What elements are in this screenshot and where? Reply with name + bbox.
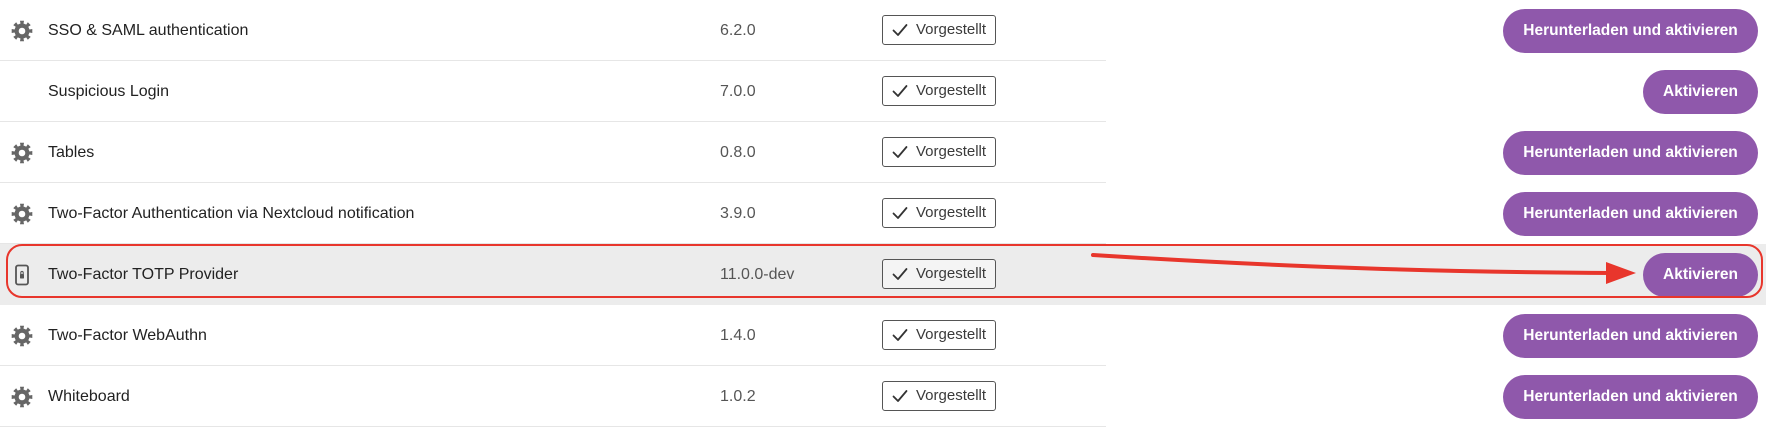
gear-icon <box>10 385 34 409</box>
phone-lock-icon <box>10 263 34 287</box>
app-row-tables: Tables 0.8.0 Vorgestellt Herunterladen u… <box>0 122 1766 183</box>
featured-badge-label: Vorgestellt <box>916 143 987 160</box>
enable-button[interactable]: Aktivieren <box>1643 69 1758 114</box>
featured-badge-label: Vorgestellt <box>916 265 987 282</box>
gear-icon <box>10 324 34 348</box>
download-and-enable-button[interactable]: Herunterladen und aktivieren <box>1503 130 1758 175</box>
app-name: Two-Factor TOTP Provider <box>48 265 239 283</box>
featured-badge: Vorgestellt <box>882 380 996 411</box>
app-name: Two-Factor WebAuthn <box>48 326 207 344</box>
check-icon <box>892 328 908 342</box>
featured-badge-label: Vorgestellt <box>916 82 987 99</box>
app-name: Whiteboard <box>48 387 130 405</box>
download-and-enable-button[interactable]: Herunterladen und aktivieren <box>1503 191 1758 236</box>
app-version: 6.2.0 <box>720 21 756 39</box>
featured-badge-label: Vorgestellt <box>916 21 987 38</box>
check-icon <box>892 267 908 281</box>
enable-button[interactable]: Aktivieren <box>1643 252 1758 297</box>
gear-icon <box>10 19 34 43</box>
featured-badge: Vorgestellt <box>882 75 996 106</box>
app-name: SSO & SAML authentication <box>48 21 249 39</box>
featured-badge-label: Vorgestellt <box>916 387 987 404</box>
download-and-enable-button[interactable]: Herunterladen und aktivieren <box>1503 8 1758 53</box>
check-icon <box>892 145 908 159</box>
featured-badge-label: Vorgestellt <box>916 204 987 221</box>
app-row-whiteboard: Whiteboard 1.0.2 Vorgestellt Herunterlad… <box>0 366 1766 427</box>
featured-badge: Vorgestellt <box>882 258 996 289</box>
app-row-twofactor-totp: Two-Factor TOTP Provider 11.0.0-dev Vorg… <box>0 244 1766 305</box>
app-version: 3.9.0 <box>720 204 756 222</box>
app-name: Two-Factor Authentication via Nextcloud … <box>48 204 415 222</box>
app-row-suspicious-login: Suspicious Login 7.0.0 Vorgestellt Aktiv… <box>0 61 1766 122</box>
download-and-enable-button[interactable]: Herunterladen und aktivieren <box>1503 313 1758 358</box>
app-name: Tables <box>48 143 95 161</box>
gear-icon <box>10 141 34 165</box>
check-icon <box>892 389 908 403</box>
app-version: 1.0.2 <box>720 387 756 405</box>
check-icon <box>892 23 908 37</box>
check-icon <box>892 84 908 98</box>
app-row-twofactor-notification: Two-Factor Authentication via Nextcloud … <box>0 183 1766 244</box>
featured-badge: Vorgestellt <box>882 319 996 350</box>
check-icon <box>892 206 908 220</box>
app-version: 7.0.0 <box>720 82 756 100</box>
row-divider <box>0 426 1106 427</box>
featured-badge: Vorgestellt <box>882 136 996 167</box>
app-row-twofactor-webauthn: Two-Factor WebAuthn 1.4.0 Vorgestellt He… <box>0 305 1766 366</box>
download-and-enable-button[interactable]: Herunterladen und aktivieren <box>1503 374 1758 419</box>
gear-icon <box>10 202 34 226</box>
featured-badge: Vorgestellt <box>882 197 996 228</box>
app-name: Suspicious Login <box>48 82 169 100</box>
app-row-sso-saml: SSO & SAML authentication 6.2.0 Vorgeste… <box>0 0 1766 61</box>
featured-badge-label: Vorgestellt <box>916 326 987 343</box>
app-version: 0.8.0 <box>720 143 756 161</box>
featured-badge: Vorgestellt <box>882 14 996 45</box>
app-version: 1.4.0 <box>720 326 756 344</box>
app-version: 11.0.0-dev <box>720 265 795 283</box>
